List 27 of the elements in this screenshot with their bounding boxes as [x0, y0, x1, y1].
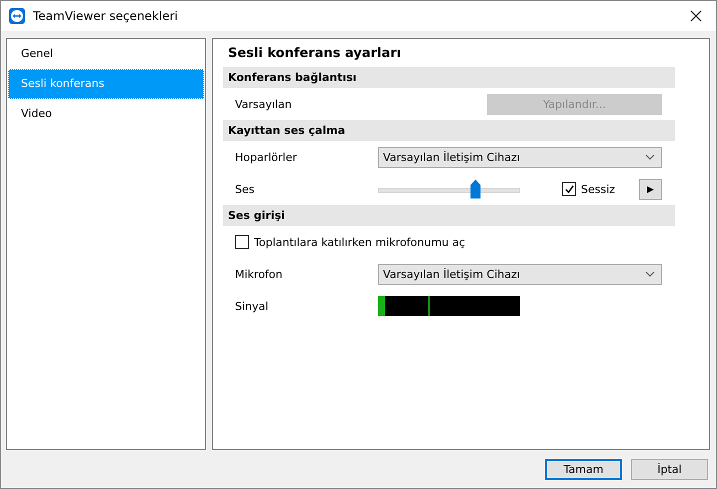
play-button[interactable]: ▶	[639, 178, 662, 200]
section-header: Kayıttan ses çalma	[223, 120, 675, 141]
volume-slider[interactable]	[378, 179, 520, 199]
section-header: Ses girişi	[223, 205, 675, 226]
checkbox-label: Sessiz	[581, 182, 616, 196]
dialog-button[interactable]: İptal	[631, 459, 708, 480]
slider-thumb[interactable]	[470, 179, 481, 199]
checkbox[interactable]	[235, 235, 249, 249]
chevron-icon	[645, 154, 655, 160]
field-label: Hoparlörler	[235, 150, 298, 164]
section-header: Konferans bağlantısı	[223, 67, 675, 88]
app-logo-icon	[9, 8, 25, 24]
sidebar-item[interactable]: Video	[8, 99, 204, 129]
field-label: Mikrofon	[235, 268, 284, 280]
dialog-button[interactable]: Tamam	[545, 459, 622, 480]
chevron-icon	[645, 271, 655, 277]
close-icon[interactable]	[690, 10, 702, 22]
panel-title: Sesli konferans ayarları	[227, 45, 402, 63]
checkbox[interactable]	[562, 182, 576, 196]
device-dropdown[interactable]: Varsayılan İletişim Cihazı	[378, 264, 662, 284]
field-label: Sinyal	[235, 300, 270, 312]
field-label: Ses	[235, 182, 256, 196]
device-dropdown[interactable]: Varsayılan İletişim Cihazı	[378, 146, 662, 168]
field-label: Varsayılan	[235, 98, 293, 110]
checkbox-label: Toplantılara katılırken mikrofonumu aç	[254, 236, 466, 248]
sidebar-item[interactable]: Genel	[8, 39, 204, 69]
window-title: TeamViewer seçenekleri	[33, 9, 179, 23]
